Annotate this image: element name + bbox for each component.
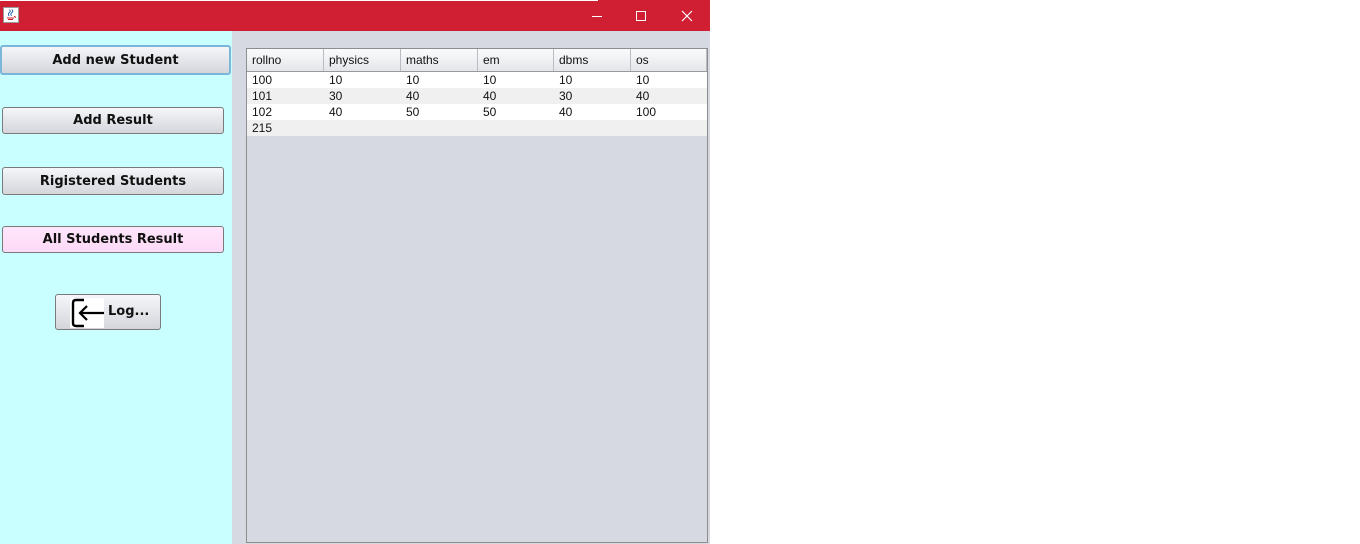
column-header-os[interactable]: os <box>631 49 707 71</box>
title-bar[interactable] <box>0 0 710 31</box>
table-cell <box>631 120 636 136</box>
table-cell: 101 <box>252 89 273 103</box>
table-cell: 10 <box>559 73 573 87</box>
table-cell: 102 <box>252 105 273 119</box>
minimize-button[interactable] <box>574 0 620 31</box>
add-new-student-label: Add new Student <box>52 52 179 68</box>
table-cell: 40 <box>636 89 650 103</box>
table-cell: 40 <box>406 89 420 103</box>
app-window: Add new Student Add Result Rigistered St… <box>0 0 710 544</box>
table-cell: 10 <box>406 73 420 87</box>
all-students-result-button[interactable]: All Students Result <box>2 226 224 253</box>
registered-students-label: Rigistered Students <box>39 173 187 189</box>
table-row[interactable]: 102 40 50 50 40 100 <box>247 104 707 120</box>
table-cell: 10 <box>636 73 650 87</box>
close-button[interactable] <box>664 0 710 31</box>
table-cell: 50 <box>483 105 497 119</box>
add-result-label: Add Result <box>73 113 153 128</box>
close-icon <box>681 10 693 21</box>
column-header-physics[interactable]: physics <box>324 49 401 71</box>
maximize-button[interactable] <box>618 0 664 31</box>
table-cell: 40 <box>483 89 497 103</box>
logout-button[interactable]: Log... <box>55 294 161 330</box>
table-cell: 215 <box>252 121 273 135</box>
table-cell: 50 <box>406 105 420 119</box>
table-row[interactable]: 101 30 40 40 30 40 <box>247 88 707 104</box>
table-cell: 40 <box>559 105 573 119</box>
table-cell: 100 <box>252 73 273 87</box>
logout-label: Log... <box>108 304 150 319</box>
java-icon[interactable] <box>3 7 19 23</box>
registered-students-button[interactable]: Rigistered Students <box>2 167 224 195</box>
table-cell: 40 <box>329 105 343 119</box>
table-cell: 30 <box>329 89 343 103</box>
maximize-icon <box>636 10 646 21</box>
table-row[interactable]: 100 10 10 10 10 10 <box>247 72 707 88</box>
column-header-maths[interactable]: maths <box>401 49 478 71</box>
column-header-rollno[interactable]: rollno <box>247 49 324 71</box>
results-table[interactable]: rollno physics maths em dbms os 100 10 1… <box>246 48 708 543</box>
table-cell <box>554 120 559 136</box>
column-header-dbms[interactable]: dbms <box>554 49 631 71</box>
column-header-em[interactable]: em <box>478 49 554 71</box>
table-row[interactable]: 215 <box>247 120 707 136</box>
table-cell <box>478 120 483 136</box>
table-cell <box>401 120 406 136</box>
minimize-icon <box>592 15 602 17</box>
all-students-result-label: All Students Result <box>42 232 184 247</box>
table-cell: 10 <box>483 73 497 87</box>
table-cell: 100 <box>636 105 657 119</box>
title-bar-edge <box>0 0 598 1</box>
add-new-student-button[interactable]: Add new Student <box>0 45 231 75</box>
add-result-button[interactable]: Add Result <box>2 107 224 134</box>
table-header: rollno physics maths em dbms os <box>247 49 707 72</box>
table-cell: 30 <box>559 89 573 103</box>
logout-arrow-icon <box>70 298 104 328</box>
table-cell: 10 <box>329 73 343 87</box>
table-cell <box>324 120 329 136</box>
